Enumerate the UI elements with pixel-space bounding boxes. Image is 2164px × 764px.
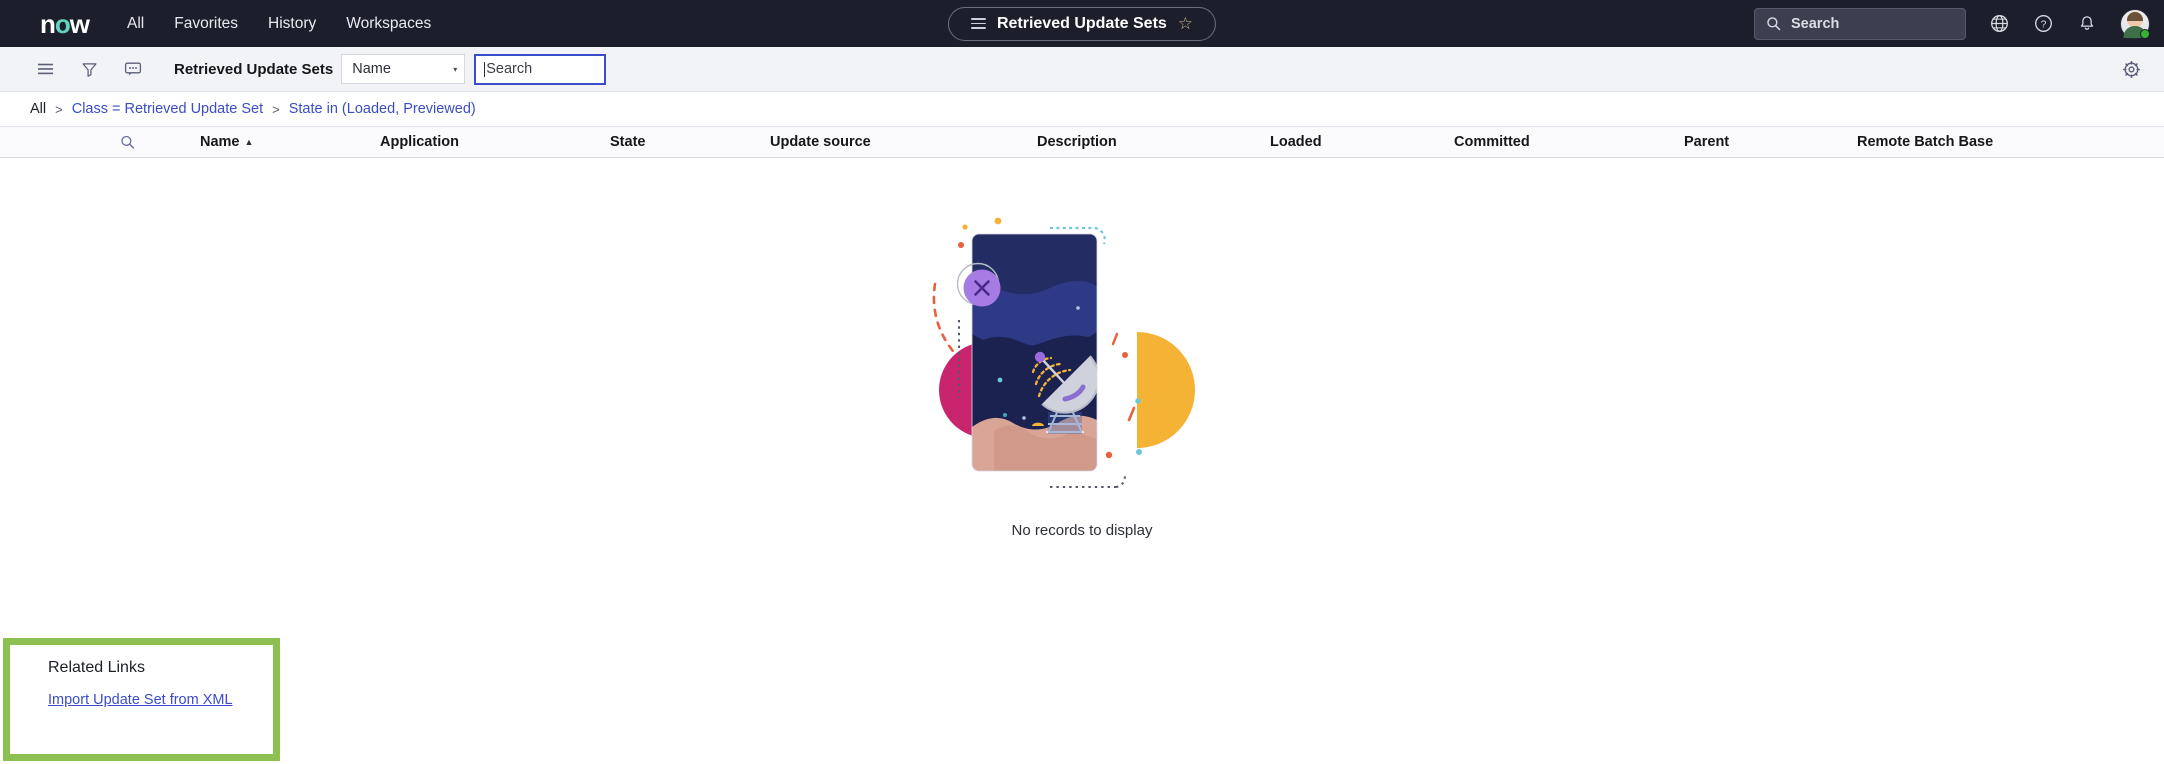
notifications-bell-icon[interactable] bbox=[2076, 13, 2098, 35]
column-header-loaded[interactable]: Loaded bbox=[1270, 134, 1322, 150]
column-header-parent[interactable]: Parent bbox=[1684, 134, 1729, 150]
hamburger-menu-icon[interactable] bbox=[30, 55, 60, 83]
global-search-placeholder: Search bbox=[1791, 15, 1840, 32]
help-icon[interactable]: ? bbox=[2032, 13, 2054, 35]
globe-icon[interactable] bbox=[1988, 13, 2010, 35]
favorite-star-icon[interactable]: ☆ bbox=[1178, 15, 1193, 32]
column-header-application[interactable]: Application bbox=[380, 134, 459, 150]
svg-text:?: ? bbox=[2040, 20, 2046, 31]
list-search-input[interactable]: Search bbox=[474, 53, 607, 85]
chevron-down-icon: ▾ bbox=[453, 64, 458, 74]
import-update-set-from-xml-link[interactable]: Import Update Set from XML bbox=[48, 692, 233, 708]
sort-ascending-icon: ▲ bbox=[244, 137, 254, 147]
filter-funnel-icon[interactable] bbox=[74, 55, 104, 83]
column-header-committed[interactable]: Committed bbox=[1454, 134, 1530, 150]
breadcrumb-item-class[interactable]: Class = Retrieved Update Set bbox=[72, 101, 263, 117]
comment-bubble-icon[interactable] bbox=[118, 55, 148, 83]
breadcrumb-root[interactable]: All bbox=[30, 101, 46, 117]
related-links-section: Related Links Import Update Set from XML bbox=[3, 638, 280, 761]
column-header-name[interactable]: Name ▲ bbox=[200, 134, 253, 150]
related-links-title: Related Links bbox=[48, 659, 145, 676]
nav-item-history[interactable]: History bbox=[268, 15, 316, 33]
column-search-icon[interactable] bbox=[120, 135, 135, 150]
now-logo[interactable]: now bbox=[40, 8, 90, 39]
list-search-placeholder: Search bbox=[486, 61, 533, 77]
no-records-message: No records to display bbox=[1011, 522, 1153, 539]
nav-item-favorites[interactable]: Favorites bbox=[174, 15, 238, 33]
column-header-state[interactable]: State bbox=[610, 134, 645, 150]
search-field-select[interactable]: Name ▾ bbox=[341, 54, 466, 84]
list-icon bbox=[970, 18, 986, 29]
user-avatar[interactable] bbox=[2120, 8, 2150, 39]
search-icon bbox=[1767, 17, 1781, 31]
logo-w: w bbox=[69, 8, 90, 39]
text-cursor bbox=[484, 61, 486, 77]
settings-gear-icon[interactable] bbox=[2116, 55, 2146, 83]
breadcrumb: All > Class = Retrieved Update Set > Sta… bbox=[0, 92, 2164, 126]
top-navigation-bar: now All Favorites History Workspaces Ret… bbox=[0, 0, 2164, 47]
list-toolbar: Retrieved Update Sets Name ▾ Search bbox=[0, 47, 2164, 92]
global-search-input[interactable]: Search bbox=[1754, 7, 1966, 40]
column-label: Name bbox=[200, 134, 240, 150]
primary-nav-links: All Favorites History Workspaces bbox=[127, 15, 431, 33]
empty-state: No records to display bbox=[0, 212, 2164, 539]
breadcrumb-item-state[interactable]: State in (Loaded, Previewed) bbox=[289, 101, 476, 117]
list-title: Retrieved Update Sets bbox=[174, 60, 334, 78]
search-field-value: Name bbox=[352, 61, 391, 77]
column-header-remote-batch-base[interactable]: Remote Batch Base bbox=[1857, 134, 1993, 150]
logo-n: n bbox=[40, 8, 56, 39]
tab-title: Retrieved Update Sets bbox=[996, 14, 1167, 32]
column-header-update-source[interactable]: Update source bbox=[770, 134, 871, 150]
table-header-row: Name ▲ Application State Update source D… bbox=[0, 126, 2164, 158]
no-records-illustration bbox=[932, 212, 1232, 512]
nav-item-all[interactable]: All bbox=[127, 15, 144, 33]
presence-online-indicator bbox=[2140, 28, 2150, 39]
column-header-description[interactable]: Description bbox=[1037, 134, 1117, 150]
top-nav-right-controls: Search ? bbox=[1754, 7, 2150, 40]
active-tab-pill[interactable]: Retrieved Update Sets ☆ bbox=[947, 6, 1217, 41]
breadcrumb-separator: > bbox=[272, 101, 280, 117]
logo-o: o bbox=[54, 8, 71, 39]
breadcrumb-separator: > bbox=[55, 101, 63, 117]
nav-item-workspaces[interactable]: Workspaces bbox=[346, 15, 431, 33]
